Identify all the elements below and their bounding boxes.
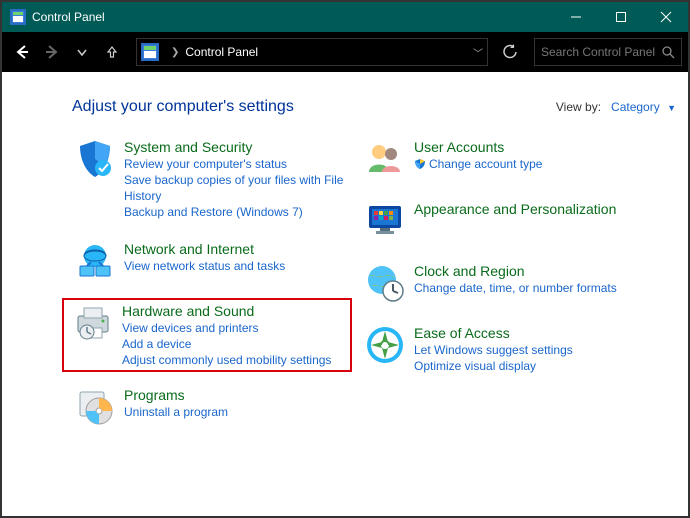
monitor-colors-icon (364, 200, 406, 242)
category-programs: Programs Uninstall a program (72, 382, 352, 432)
view-by-label: View by: (556, 100, 601, 114)
category-title-link[interactable]: Programs (124, 386, 228, 404)
category-sub-link[interactable]: Change account type (414, 156, 542, 172)
shield-icon (74, 138, 116, 180)
address-bar[interactable]: ❯ Control Panel ﹀ (136, 38, 488, 66)
nav-toolbar: ❯ Control Panel ﹀ Search Control Panel (2, 32, 688, 72)
refresh-button[interactable] (494, 38, 526, 66)
content-area: Adjust your computer's settings View by:… (2, 72, 688, 516)
category-title-link[interactable]: Appearance and Personalization (414, 200, 616, 218)
maximize-button[interactable] (598, 2, 643, 32)
titlebar: Control Panel (2, 2, 688, 32)
people-icon (364, 138, 406, 180)
page-heading: Adjust your computer's settings (72, 98, 294, 116)
category-sub-link[interactable]: Adjust commonly used mobility settings (122, 352, 331, 368)
chevron-down-icon: ▼ (667, 103, 676, 113)
category-sub-link[interactable]: Let Windows suggest settings (414, 342, 573, 358)
address-control-panel-icon (141, 43, 159, 61)
address-dropdown-icon[interactable]: ﹀ (473, 45, 483, 60)
clock-globe-icon (364, 262, 406, 304)
uac-shield-icon (414, 158, 426, 170)
ease-of-access-icon (364, 324, 406, 366)
view-by-value: Category (611, 100, 660, 114)
category-sub-link[interactable]: Uninstall a program (124, 404, 228, 420)
category-hardware-sound: Hardware and Sound View devices and prin… (62, 298, 352, 372)
category-ease-of-access: Ease of Access Let Windows suggest setti… (362, 320, 652, 378)
category-title-link[interactable]: User Accounts (414, 138, 542, 156)
category-sub-link[interactable]: Review your computer's status (124, 156, 350, 172)
search-placeholder: Search Control Panel (541, 45, 662, 59)
category-sub-link[interactable]: Add a device (122, 336, 331, 352)
category-sub-link[interactable]: View network status and tasks (124, 258, 285, 274)
search-input[interactable]: Search Control Panel (534, 38, 682, 66)
category-title-link[interactable]: System and Security (124, 138, 350, 156)
view-by-dropdown[interactable]: Category ▼ (611, 100, 676, 114)
category-sub-link[interactable]: Backup and Restore (Windows 7) (124, 204, 350, 220)
network-icon (74, 240, 116, 282)
category-appearance: Appearance and Personalization (362, 196, 652, 246)
category-clock-region: Clock and Region Change date, time, or n… (362, 258, 652, 308)
up-button[interactable] (98, 38, 126, 66)
category-title-link[interactable]: Hardware and Sound (122, 302, 331, 320)
category-sub-link[interactable]: Save backup copies of your files with Fi… (124, 172, 350, 204)
recent-locations-button[interactable] (68, 38, 96, 66)
forward-button[interactable] (38, 38, 66, 66)
breadcrumb-chevron-icon[interactable]: ❯ (171, 47, 179, 58)
close-button[interactable] (643, 2, 688, 32)
search-icon (662, 46, 675, 59)
category-sub-link[interactable]: Change date, time, or number formats (414, 280, 617, 296)
category-sub-link[interactable]: View devices and printers (122, 320, 331, 336)
minimize-button[interactable] (553, 2, 598, 32)
printer-icon (72, 302, 114, 344)
control-panel-icon (10, 9, 26, 25)
category-title-link[interactable]: Clock and Region (414, 262, 617, 280)
breadcrumb-location[interactable]: Control Panel (185, 45, 258, 59)
window-title: Control Panel (32, 10, 105, 24)
category-title-link[interactable]: Network and Internet (124, 240, 285, 258)
window: Control Panel ❯ Contr (0, 0, 690, 518)
category-title-link[interactable]: Ease of Access (414, 324, 573, 342)
category-system-security: System and Security Review your computer… (72, 134, 352, 224)
category-user-accounts: User Accounts Change account type (362, 134, 652, 184)
category-network: Network and Internet View network status… (72, 236, 352, 286)
back-button[interactable] (8, 38, 36, 66)
disc-icon (74, 386, 116, 428)
category-sub-link[interactable]: Optimize visual display (414, 358, 573, 374)
header-row: Adjust your computer's settings View by:… (72, 98, 676, 116)
